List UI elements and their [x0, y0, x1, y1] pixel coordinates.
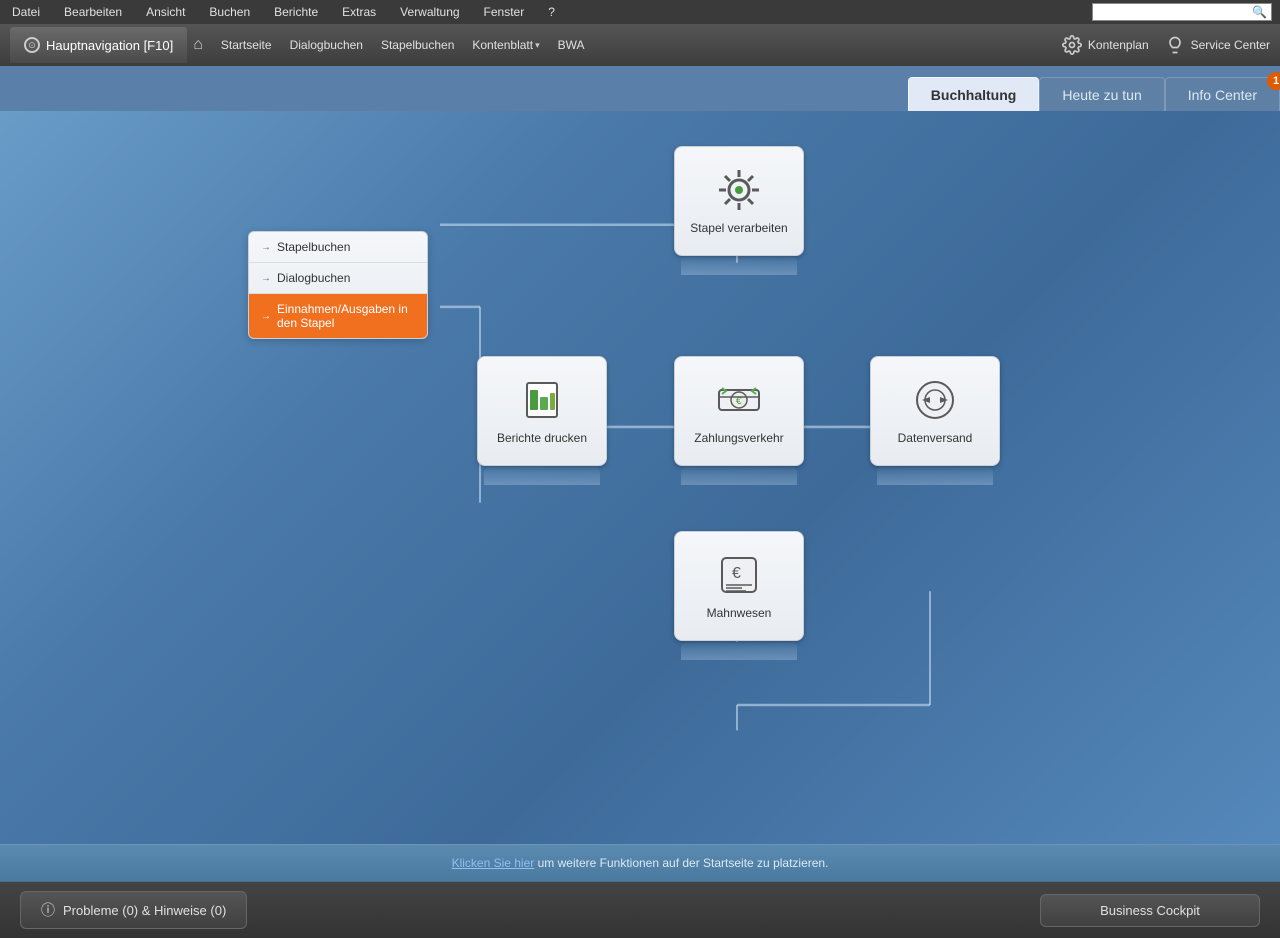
- home-icon: ⌂: [193, 36, 203, 54]
- tab-bar: Buchhaltung Heute zu tun Info Center 1: [0, 66, 1280, 111]
- service-center-label: Service Center: [1191, 38, 1270, 52]
- mahnwesen-icon: €: [714, 550, 764, 600]
- bottom-bar-text: Klicken Sie hier um weitere Funktionen a…: [452, 856, 829, 870]
- tab-buchhaltung[interactable]: Buchhaltung: [908, 77, 1040, 111]
- zahlungsverkehr-icon: €: [714, 375, 764, 425]
- kontenplan-gear-icon: [1062, 35, 1082, 55]
- zahlungsverkehr-label: Zahlungsverkehr: [694, 431, 783, 447]
- nav-links: ⌂ Startseite Dialogbuchen Stapelbuchen K…: [193, 36, 1062, 54]
- toolbar: ⊙ Hauptnavigation [F10] ⌂ Startseite Dia…: [0, 24, 1280, 66]
- search-icon: 🔍: [1252, 5, 1267, 19]
- card-mahnwesen[interactable]: € Mahnwesen: [674, 531, 804, 641]
- menu-datei[interactable]: Datei: [8, 3, 44, 21]
- info-center-badge: 1: [1267, 72, 1280, 90]
- bottom-bar: Klicken Sie hier um weitere Funktionen a…: [0, 844, 1280, 882]
- card-zahlungsverkehr[interactable]: € Zahlungsverkehr: [674, 356, 804, 466]
- nav-dialogbuchen[interactable]: Dialogbuchen: [286, 36, 367, 54]
- footer: ⓘ Probleme (0) & Hinweise (0) Business C…: [0, 882, 1280, 938]
- nav-kontenblatt[interactable]: Kontenblatt ▾: [468, 36, 543, 54]
- menu-fenster[interactable]: Fenster: [480, 3, 529, 21]
- kontenplan-button[interactable]: Kontenplan: [1062, 35, 1149, 55]
- main-content: → Stapelbuchen → Dialogbuchen → Einnahme…: [0, 111, 1280, 844]
- connector-lines: [0, 111, 1280, 844]
- datenversand-label: Datenversand: [898, 431, 973, 447]
- search-box[interactable]: 🔍: [1092, 3, 1272, 21]
- arrow-icon-3: →: [261, 311, 271, 322]
- card-stapel-verarbeiten[interactable]: Stapel verarbeiten: [674, 146, 804, 256]
- menu-bearbeiten[interactable]: Bearbeiten: [60, 3, 126, 21]
- menu-buchen[interactable]: Buchen: [205, 3, 254, 21]
- tab-heute-zu-tun[interactable]: Heute zu tun: [1039, 77, 1164, 111]
- menu-verwaltung[interactable]: Verwaltung: [396, 3, 463, 21]
- card-datenversand[interactable]: Datenversand: [870, 356, 1000, 466]
- card-berichte-drucken[interactable]: Berichte drucken: [477, 356, 607, 466]
- datenversand-icon: [910, 375, 960, 425]
- kontenplan-label: Kontenplan: [1088, 38, 1149, 52]
- menu-ansicht[interactable]: Ansicht: [142, 3, 189, 21]
- menu-extras[interactable]: Extras: [338, 3, 380, 21]
- nav-circle-icon: ⊙: [24, 37, 40, 53]
- business-cockpit-button[interactable]: Business Cockpit: [1040, 894, 1260, 927]
- berichte-drucken-icon: [517, 375, 567, 425]
- stapel-menu-card: → Stapelbuchen → Dialogbuchen → Einnahme…: [248, 231, 428, 339]
- kontenblatt-dropdown-icon: ▾: [535, 40, 540, 51]
- menu-dialogbuchen[interactable]: → Dialogbuchen: [249, 263, 427, 294]
- menu-stapelbuchen[interactable]: → Stapelbuchen: [249, 232, 427, 263]
- arrow-icon-2: →: [261, 273, 271, 284]
- hauptnavigation-label: Hauptnavigation [F10]: [46, 38, 173, 53]
- problems-label: Probleme (0) & Hinweise (0): [63, 903, 226, 918]
- mahnwesen-label: Mahnwesen: [707, 606, 772, 622]
- problems-icon: ⓘ: [41, 900, 55, 920]
- cockpit-label: Business Cockpit: [1100, 903, 1200, 918]
- berichte-drucken-label: Berichte drucken: [497, 431, 587, 447]
- menu-einnahmen[interactable]: → Einnahmen/Ausgaben in den Stapel: [249, 294, 427, 338]
- nav-startseite[interactable]: Startseite: [217, 36, 276, 54]
- stapel-verarbeiten-icon: [714, 165, 764, 215]
- toolbar-right: Kontenplan Service Center: [1062, 35, 1270, 55]
- bottom-bar-link[interactable]: Klicken Sie hier: [452, 856, 535, 870]
- problems-button[interactable]: ⓘ Probleme (0) & Hinweise (0): [20, 891, 247, 929]
- menu-berichte[interactable]: Berichte: [270, 3, 322, 21]
- hauptnavigation-button[interactable]: ⊙ Hauptnavigation [F10]: [10, 27, 187, 63]
- service-center-icon: [1165, 35, 1185, 55]
- nav-bwa[interactable]: BWA: [554, 36, 589, 54]
- menu-help[interactable]: ?: [544, 3, 559, 21]
- bottom-bar-rest: um weitere Funktionen auf der Startseite…: [534, 856, 828, 870]
- search-input[interactable]: [1097, 6, 1252, 18]
- menu-bar: Datei Bearbeiten Ansicht Buchen Berichte…: [0, 0, 1280, 24]
- nav-stapelbuchen[interactable]: Stapelbuchen: [377, 36, 458, 54]
- service-center-button[interactable]: Service Center: [1165, 35, 1270, 55]
- tab-info-center[interactable]: Info Center 1: [1165, 77, 1280, 111]
- arrow-icon: →: [261, 242, 271, 253]
- svg-text:€: €: [732, 565, 741, 582]
- stapel-verarbeiten-label: Stapel verarbeiten: [690, 221, 787, 237]
